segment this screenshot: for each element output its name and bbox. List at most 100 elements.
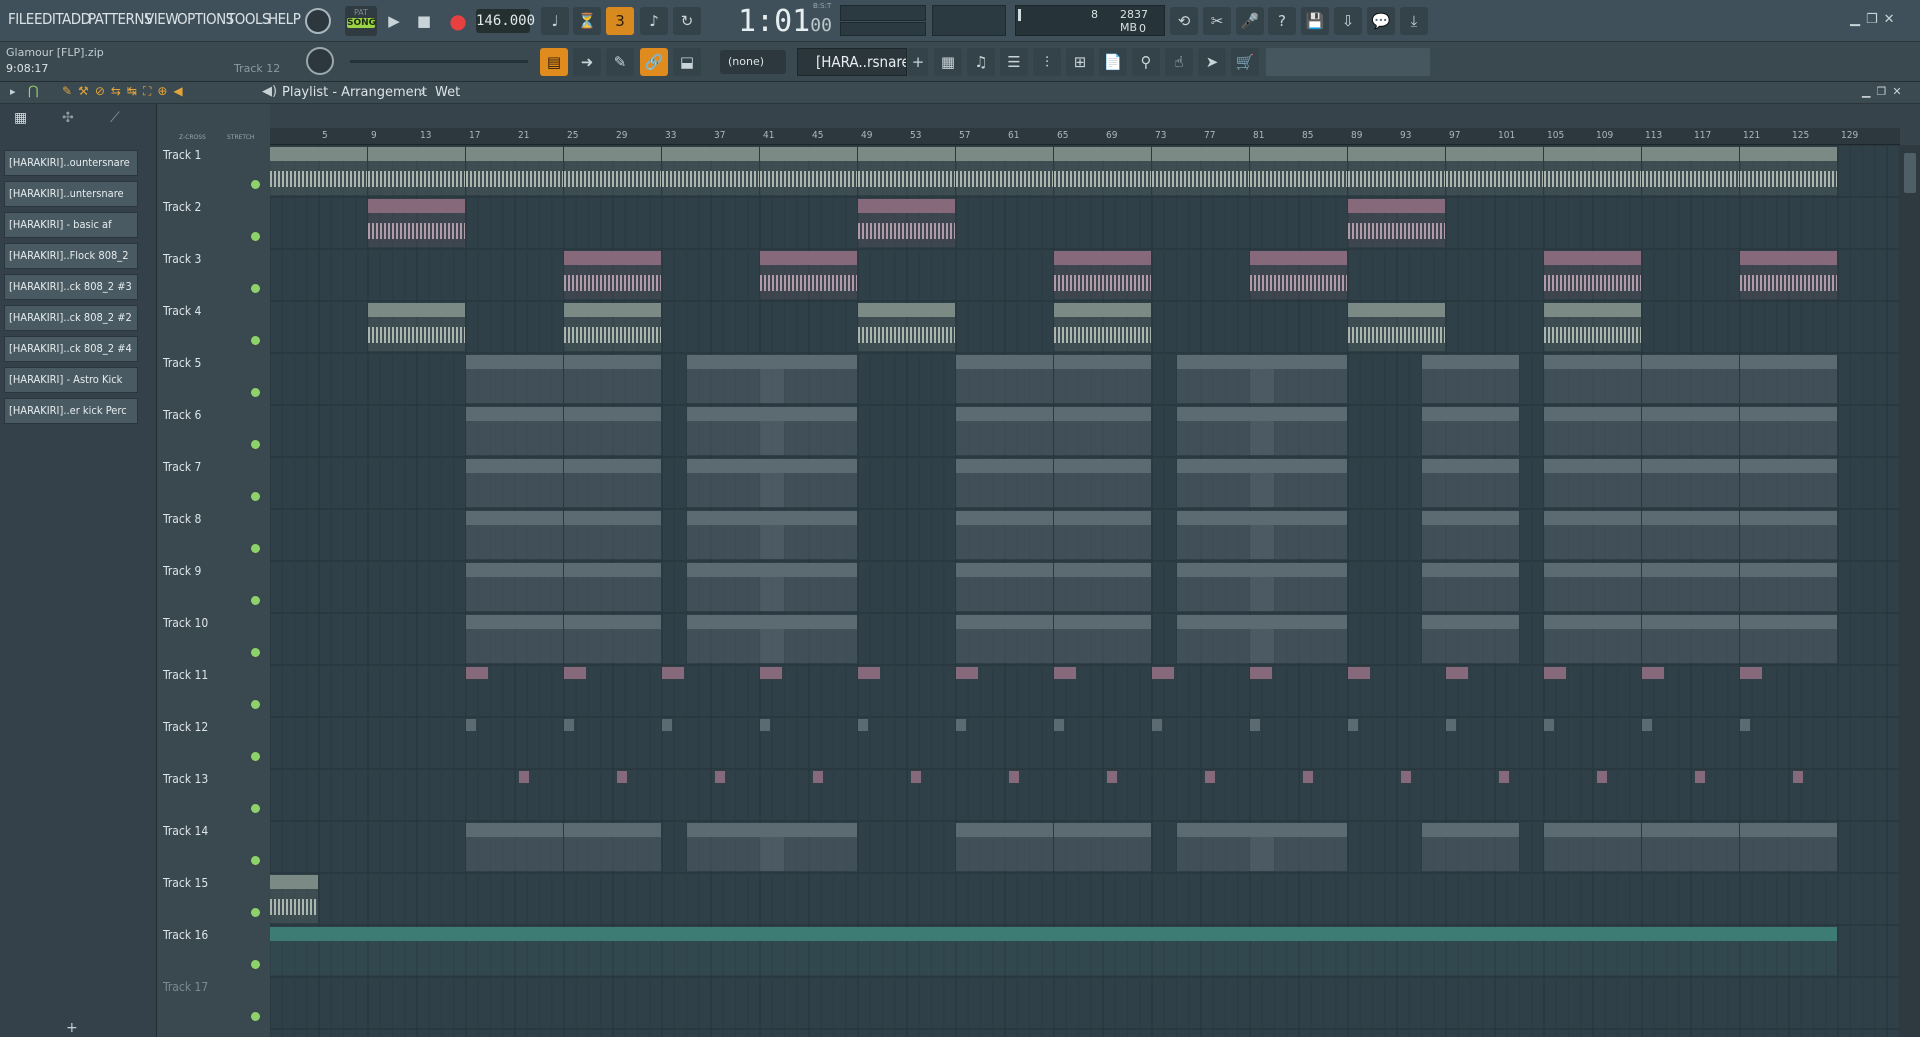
save-button[interactable]: 💾 [1301, 7, 1329, 35]
track-label[interactable]: Track 9 [163, 564, 201, 578]
playlist-clip[interactable]: [HARAKI..140 BPM [1642, 823, 1739, 871]
playlist-clip[interactable]: GG_01_1..d02_Em [1544, 251, 1641, 299]
clip-hit[interactable] [1642, 667, 1664, 715]
channel-item[interactable]: [HARAKIRI]..er kick Perc [4, 398, 138, 424]
piano-icon[interactable]: ▦ [14, 110, 27, 126]
playlist-clip[interactable]: [HARA..snare [1740, 407, 1837, 455]
pat-song-switch[interactable]: PAT SONG [345, 6, 377, 36]
menu-help[interactable]: HELP [268, 10, 301, 28]
playlist-clip[interactable]: [HARAKIR..basic af [1421, 459, 1519, 507]
playlist-clip[interactable]: [HARA.._2 #3 [760, 511, 857, 559]
playlist-clip[interactable]: GG_01_..ords_Em [1152, 147, 1249, 195]
playlist-clip[interactable]: [HARA..snare [956, 407, 1053, 455]
clip-hit[interactable] [1205, 771, 1215, 811]
clip-hit[interactable] [760, 719, 770, 759]
clip-hit[interactable] [1446, 667, 1468, 715]
track-label[interactable]: Track 10 [163, 616, 208, 630]
playlist-clip[interactable]: GG_01_1..d01_Em [368, 199, 465, 247]
playlist-clip[interactable]: [HAR..rsnare [956, 355, 1053, 403]
scroll-thumb[interactable] [1904, 153, 1916, 193]
playlist-clip[interactable]: [HARAKI..140 BPM [1421, 823, 1519, 871]
track-mute-led[interactable] [251, 388, 260, 397]
playlist-clip[interactable]: GG_01_..ords_Em [1446, 147, 1543, 195]
clip-hit[interactable] [813, 771, 823, 811]
playlist-clip[interactable]: GG_01_1..d02_Em [564, 251, 661, 299]
loop-record-button[interactable]: ↻ [673, 7, 701, 35]
playlist-clip[interactable]: [HARAKIR..ick Perc [1642, 615, 1739, 663]
magnet-icon[interactable]: ⋂ [28, 84, 39, 99]
playlist-clip[interactable]: [HARAKI..808_2 #2 [564, 511, 661, 559]
pattern-select[interactable]: (none) [720, 50, 786, 74]
view-browser-button[interactable]: ⊞ [1066, 48, 1094, 76]
tool-icons[interactable]: ✎⚒⊘⇆↹⛶⊕◀ [62, 84, 189, 99]
audio-icon[interactable]: ✣ [62, 110, 74, 126]
close-icon[interactable]: ✕ [1884, 12, 1901, 27]
playlist-clip[interactable]: [HARA..Perc [956, 615, 1053, 663]
playlist-clip[interactable]: [HARAKIR..ick Perc [1054, 615, 1151, 663]
channel-item[interactable]: [HARAKIRI]..ck 808_2 #3 [4, 274, 138, 300]
touch-keyboard-button[interactable]: ☝ [1165, 48, 1193, 76]
clip-hit[interactable] [1740, 719, 1750, 759]
track-mute-led[interactable] [251, 336, 260, 345]
track-mute-led[interactable] [251, 856, 260, 865]
download-button[interactable]: ⤓ [1400, 7, 1428, 35]
playlist-clip[interactable]: [HARAKIR..ick Perc [1250, 615, 1347, 663]
menu-tools[interactable]: TOOLS [227, 10, 271, 28]
playlist-clip[interactable]: GG_01_..iano_Em [858, 303, 955, 351]
playlist-clip[interactable]: [HARAKIR..tro Kick [1054, 563, 1151, 611]
playlist-clip[interactable]: GG_01_..iano_Em [1054, 303, 1151, 351]
playlist-clip[interactable]: [HARAKIR..ick Perc [1544, 615, 1641, 663]
playlist-clip[interactable]: [HARAKI..808_2 #2 [1642, 511, 1739, 559]
clip-hit[interactable] [1348, 719, 1358, 759]
shop-button[interactable]: 🛒 [1231, 48, 1259, 76]
track-label[interactable]: Track 13 [163, 772, 208, 786]
track-label[interactable]: Track 8 [163, 512, 201, 526]
clip-hit[interactable] [1009, 771, 1019, 811]
playlist-clip[interactable]: GG_01_1..d02_Em [760, 251, 857, 299]
menu-patterns[interactable]: PATTERNS [88, 10, 153, 28]
clip-hit[interactable] [617, 771, 627, 811]
playlist-clip[interactable]: [HARAKIR..basic af [1544, 459, 1641, 507]
playlist-clip[interactable]: GG_01_..ords_Em [270, 147, 367, 195]
minimize-icon[interactable]: ▁ [1850, 12, 1866, 27]
master-volume-knob[interactable] [305, 8, 331, 34]
mic-button[interactable]: 🎤 [1236, 7, 1264, 35]
countdown-button[interactable]: 3 [606, 7, 634, 35]
clip-hit[interactable] [1499, 771, 1509, 811]
playlist-clip[interactable]: [HARA..Perc [760, 615, 857, 663]
track-mute-led[interactable] [251, 492, 260, 501]
track-mute-led[interactable] [251, 180, 260, 189]
playlist-clip[interactable]: [HARA..Perc [1740, 615, 1837, 663]
track-label[interactable]: Track 16 [163, 928, 208, 942]
clip-hit[interactable] [1544, 667, 1566, 715]
playlist-clip[interactable]: GG_01_..ords_Em [1250, 147, 1347, 195]
clip-hit[interactable] [564, 667, 586, 715]
clip-hit[interactable] [1793, 771, 1803, 811]
clip-hit[interactable] [956, 719, 966, 759]
track-label[interactable]: Track 1 [163, 148, 201, 162]
playlist-clip[interactable]: [HARAKIR..tro Kick [1544, 563, 1641, 611]
track-label[interactable]: Track 15 [163, 876, 208, 890]
automation-clip[interactable]: Master - Volume [270, 927, 1837, 975]
playlist-grid[interactable]: GG_01_..ords_Em GG_01_..ords_Em GG_01_..or… [270, 145, 1900, 1037]
playlist-clip[interactable]: [HARAKIR..basic af [1642, 459, 1739, 507]
playlist-clip[interactable]: GG_01_..iano_Em [368, 303, 465, 351]
playlist-clip[interactable]: [HARAKI..808_2 #2 [1544, 511, 1641, 559]
step-seq-button[interactable]: ➜ [573, 48, 601, 76]
channel-item[interactable]: [HARAKIRI]..Flock 808_2 [4, 243, 138, 269]
clip-hit[interactable] [1446, 719, 1456, 759]
track-label[interactable]: Track 5 [163, 356, 201, 370]
clip-hit[interactable] [1250, 719, 1260, 759]
clip-hit[interactable] [911, 771, 921, 811]
playlist-clip[interactable]: [HARAK..ic af [760, 459, 857, 507]
playlist-clip[interactable]: GG_01_..ords_Em [1544, 147, 1641, 195]
clip-hit[interactable] [1401, 771, 1411, 811]
playlist-clip[interactable]: GG_01_1..d02_Em [1054, 251, 1151, 299]
track-label[interactable]: Track 14 [163, 824, 208, 838]
playlist-clip[interactable]: [HARAKI..ck 808_2 [1250, 511, 1347, 559]
maximize-icon[interactable]: ❐ [1866, 12, 1884, 27]
playlist-clip[interactable]: [HARA.._2 #3 [1740, 511, 1837, 559]
wait-record-button[interactable]: ⏳ [573, 7, 601, 35]
menu-file[interactable]: FILE [8, 10, 34, 28]
channel-item[interactable]: [HARAKIRI]..ountersnare [4, 150, 138, 176]
